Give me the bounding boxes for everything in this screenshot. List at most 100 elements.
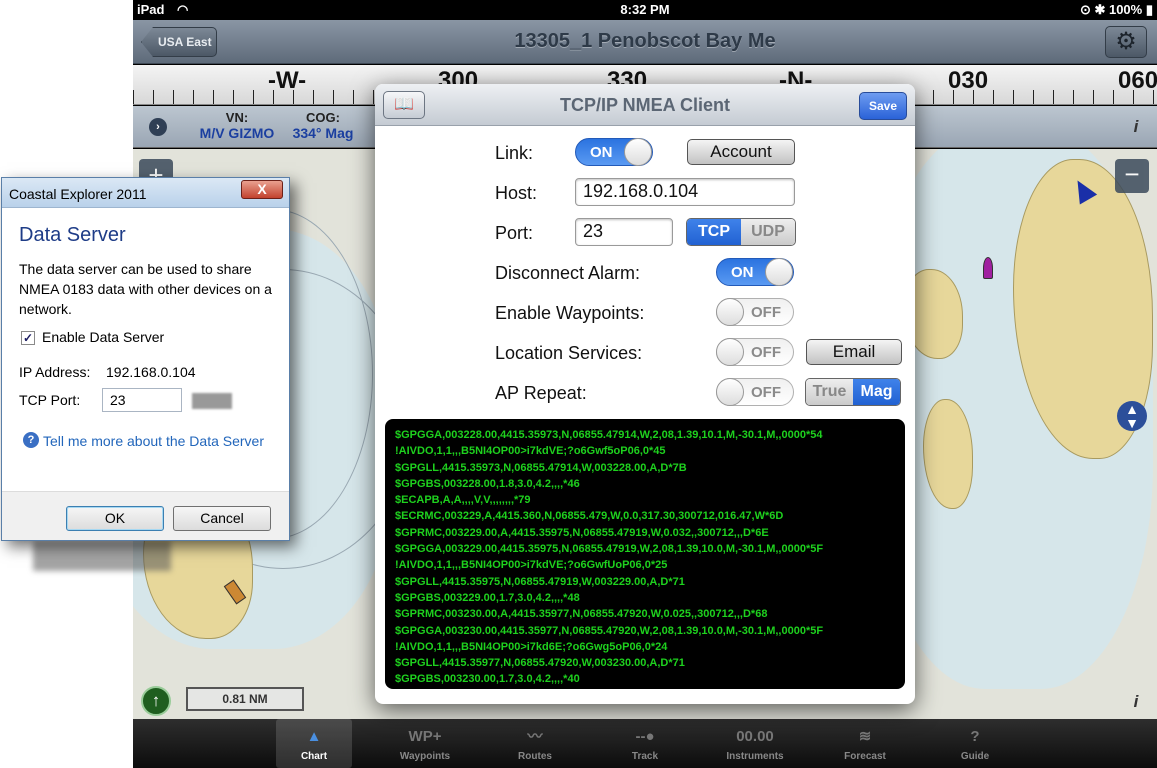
zoom-out-button[interactable]: − — [1115, 159, 1149, 193]
toggle-state: OFF — [751, 304, 781, 321]
tab-label: Waypoints — [399, 751, 451, 762]
ok-button[interactable]: OK — [66, 506, 164, 531]
console-line: $GPGLL,4415.35977,N,06855.47920,W,003230… — [395, 657, 685, 670]
field-key: VN: — [225, 110, 249, 125]
tab-instruments[interactable]: 00.00 Instruments — [717, 719, 793, 768]
chart-icon: ▲ — [306, 728, 322, 745]
forecast-icon: ≋ — [858, 728, 872, 745]
info-icon[interactable]: i — [1127, 118, 1145, 136]
segment-mag[interactable]: Mag — [853, 379, 900, 405]
field-key: COG: — [306, 110, 340, 125]
vessel-icon[interactable] — [983, 257, 993, 279]
enable-waypoints-label: Enable Waypoints: — [495, 303, 645, 323]
email-button[interactable]: Email — [806, 339, 902, 365]
tcp-port-input[interactable]: 23 — [102, 388, 182, 412]
tab-routes[interactable]: 〰 Routes — [497, 719, 573, 768]
tab-chart[interactable]: ▲ Chart — [276, 719, 352, 768]
console-line: $GPGGA,003230.00,4415.35977,N,06855.4792… — [395, 624, 824, 637]
console-line: $GPGLL,4415.35975,N,06855.47919,W,003229… — [395, 575, 685, 588]
toggle-knob — [716, 298, 744, 326]
cancel-button[interactable]: Cancel — [173, 506, 271, 531]
account-button[interactable]: Account — [687, 139, 795, 165]
scale-bar: 0.81 NM — [186, 687, 304, 711]
battery-percent: 100% — [1108, 2, 1143, 17]
disconnect-alarm-label: Disconnect Alarm: — [495, 263, 641, 283]
field-value: 334° Mag — [292, 125, 354, 141]
lock-rotation-icon: ⊙ ✱ — [1079, 2, 1109, 17]
cog-field[interactable]: COG: 334° Mag — [283, 110, 363, 141]
console-line: $GPGBS,003230.00,1.7,3.0,4.2,,,,*40 — [395, 673, 580, 686]
window-shadow — [33, 541, 171, 571]
console-line: $GPGGA,003229.00,4415.35975,N,06855.4791… — [395, 543, 824, 556]
tab-label: Forecast — [844, 751, 886, 762]
location-services-toggle[interactable]: OFF — [716, 338, 794, 366]
segment-true[interactable]: True — [806, 379, 853, 405]
enable-data-server-label[interactable]: Enable Data Server — [42, 329, 164, 345]
expand-arrow-icon[interactable]: › — [149, 118, 167, 136]
route-icon: 〰 — [527, 728, 543, 745]
port-input[interactable]: 23 — [575, 218, 673, 246]
dialog-title: Coastal Explorer 2011 — [9, 186, 147, 202]
close-icon[interactable]: X — [241, 180, 283, 199]
tab-track[interactable]: --● Track — [607, 719, 683, 768]
info-icon[interactable]: i — [1127, 693, 1145, 711]
heading-mode-segmented-control: True Mag — [805, 378, 901, 406]
north-up-icon[interactable]: ↑ — [141, 686, 171, 716]
console-line: $GPRMC,003229.00,A,4415.35975,N,06855.47… — [395, 526, 769, 539]
tab-label: Guide — [960, 751, 990, 762]
scroll-arrows-icon[interactable]: ▲ ▼ — [1117, 401, 1147, 431]
status-bar: iPad ◠ 8:32 PM ⊙ ✱ 100% ▮ — [133, 0, 1157, 20]
tab-bar: ▲ Chart WP+ Waypoints 〰 Routes --● Track 00.… — [133, 719, 1157, 768]
console-line: $GPGLL,4415.35973,N,06855.47914,W,003228… — [395, 461, 687, 474]
ap-repeat-toggle[interactable]: OFF — [716, 378, 794, 406]
nav-bar: USA East 13305_1 Penobscot Bay Me ⚙ — [133, 20, 1157, 64]
help-icon[interactable]: ? — [23, 432, 39, 448]
tab-guide[interactable]: ? Guide — [937, 719, 1013, 768]
chart-title: 13305_1 Penobscot Bay Me — [514, 30, 776, 52]
segment-udp[interactable]: UDP — [741, 219, 795, 245]
enable-data-server-checkbox[interactable]: ✓ — [21, 331, 35, 345]
console-line: $ECAPB,A,A,,,,V,V,,,,,,,,*79 — [395, 494, 531, 507]
host-input[interactable]: 192.168.0.104 — [575, 178, 795, 206]
console-lines: $GPGGA,003228.00,4415.35973,N,06855.4791… — [395, 427, 905, 688]
host-label: Host: — [495, 183, 538, 203]
tab-label: Instruments — [726, 751, 784, 762]
link-toggle[interactable]: ON — [575, 138, 653, 166]
track-icon: --● — [635, 728, 655, 745]
gear-icon[interactable]: ⚙ — [1105, 26, 1147, 58]
nmea-client-popover: 📖 TCP/IP NMEA Client Save Link: ON Accou… — [375, 84, 915, 704]
disconnect-alarm-toggle[interactable]: ON — [716, 258, 794, 286]
dialog-titlebar[interactable]: Coastal Explorer 2011 X — [2, 178, 289, 208]
enable-waypoints-toggle[interactable]: OFF — [716, 298, 794, 326]
console-line: $GPGBS,003228.00,1.8,3.0,4.2,,,,*46 — [395, 477, 580, 490]
tab-waypoints[interactable]: WP+ Waypoints — [387, 719, 463, 768]
console-line: !AIVDO,1,1,,,B5NI4OP00>i7kd6E;?o6Gwg5oP0… — [395, 640, 668, 653]
toggle-knob — [624, 138, 652, 166]
tab-forecast[interactable]: ≋ Forecast — [827, 719, 903, 768]
nmea-console[interactable]: $GPGGA,003228.00,4415.35973,N,06855.4791… — [385, 419, 905, 689]
toggle-state: ON — [590, 144, 613, 161]
dialog-heading: Data Server — [19, 224, 126, 246]
segment-tcp[interactable]: TCP — [687, 219, 741, 245]
tcp-port-label: TCP Port: — [19, 392, 81, 408]
console-line: !AIVDO,1,1,,,B5NI4OP00>i7kdVE;?o6GwfUoP0… — [395, 559, 668, 572]
tab-label: Track — [631, 751, 659, 762]
console-line: $ECRMC,003229,A,4415.360,N,06855.479,W,0… — [395, 510, 784, 523]
console-line: $GPGGA,003228.00,4415.35973,N,06855.4791… — [395, 429, 823, 441]
popover-title: TCP/IP NMEA Client — [559, 95, 730, 115]
toggle-state: ON — [731, 264, 754, 281]
console-line: $GPRMC,003230.00,A,4415.35977,N,06855.47… — [395, 608, 768, 621]
vessel-name-field[interactable]: VN: M/V GIZMO — [195, 110, 279, 141]
data-server-dialog: Coastal Explorer 2011 X Data Server The … — [1, 177, 290, 541]
popover-header: 📖 TCP/IP NMEA Client Save — [375, 84, 915, 126]
port-label: Port: — [495, 223, 534, 243]
toggle-knob — [765, 258, 793, 286]
location-services-label: Location Services: — [495, 343, 643, 363]
save-button[interactable]: Save — [859, 92, 907, 120]
clock: 8:32 PM — [620, 2, 670, 17]
dialog-footer: OK Cancel — [2, 491, 289, 540]
protocol-segmented-control: TCP UDP — [686, 218, 796, 246]
help-link[interactable]: Tell me more about the Data Server — [43, 431, 273, 451]
guide-icon: ? — [970, 728, 980, 745]
field-value: M/V GIZMO — [199, 125, 275, 141]
